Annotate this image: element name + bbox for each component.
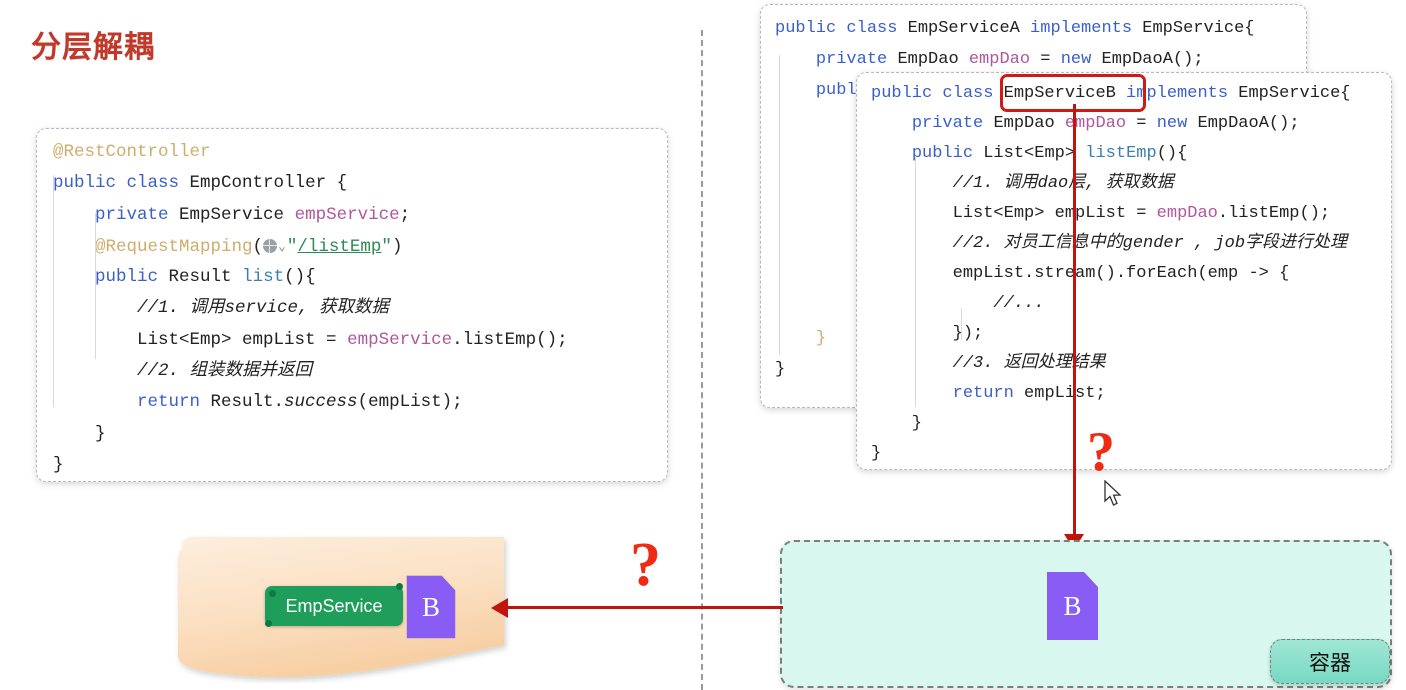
container-badge: 容器 [1270, 639, 1390, 684]
connector-line-horizontal [505, 606, 783, 609]
indent-guide [915, 157, 916, 407]
chevron-down-icon: ⌄ [278, 238, 286, 254]
code-card-emp-service-b: public class EmpServiceB implements EmpS… [856, 72, 1392, 470]
code-comment: //1. 调用service, 获取数据 [53, 298, 390, 319]
code-line: empList.stream().forEach(emp -> { [871, 264, 1290, 283]
code-comment: //2. 组装数据并返回 [53, 361, 313, 382]
code-line: private EmpService empService; [95, 204, 411, 225]
bean-icon-left: B [405, 574, 457, 640]
code-line: public class EmpServiceA implements EmpS… [775, 19, 1255, 38]
indent-guide [779, 55, 780, 355]
code-comment: //1. 调用dao层, 获取数据 [871, 174, 1174, 193]
code-line: }); [871, 324, 984, 343]
code-line: } [53, 454, 64, 475]
mouse-cursor-icon [1104, 480, 1122, 506]
indent-guide [961, 308, 962, 340]
connector-arrowhead-left [491, 598, 508, 618]
tag-anchor-dot [396, 583, 403, 590]
code-line: } [871, 444, 882, 463]
slide-canvas: 分层解耦 @RestController public class EmpCon… [0, 0, 1406, 690]
code-line: public class EmpController { [53, 173, 348, 194]
bean-icon-right: B [1047, 572, 1098, 640]
code-line: return Result.success(empList); [137, 392, 463, 413]
connector-line-vertical [1073, 104, 1076, 544]
code-line: @RequestMapping(⌄"/listEmp") [53, 231, 667, 262]
code-comment: //2. 对员工信息中的gender , job字段进行处理 [871, 234, 1348, 253]
code-line: List<Emp> empList = empService.listEmp()… [137, 329, 568, 350]
code-comment: //3. 返回处理结果 [871, 354, 1106, 373]
code-comment: //... [871, 294, 1045, 313]
question-mark-left: ? [630, 531, 661, 599]
code-line: return empList; [952, 384, 1106, 403]
code-card-emp-controller: @RestController public class EmpControll… [36, 128, 668, 482]
tag-anchor-dot [269, 590, 276, 597]
vertical-divider [701, 30, 703, 690]
code-line: private EmpDao empDao = new EmpDaoA(); [911, 114, 1300, 133]
code-line: List<Emp> empList = empDao.listEmp(); [952, 204, 1331, 223]
mapping-path: /listEmp [297, 236, 382, 257]
code-line: } [53, 423, 106, 444]
code-line: private EmpDao empDao = new EmpDaoA(); [815, 50, 1204, 69]
code-line: public Result list(){ [95, 267, 316, 288]
tag-anchor-dot [265, 620, 272, 627]
question-mark-right: ? [1087, 421, 1115, 483]
code-line: } [871, 414, 923, 433]
page-title: 分层解耦 [31, 31, 155, 64]
code-line: @RestController [53, 142, 211, 162]
code-line: public List<Emp> listEmp(){ [911, 144, 1188, 163]
indent-guide [53, 175, 54, 407]
bean-label-left: B [421, 591, 440, 622]
emp-service-tag: EmpService [265, 586, 403, 626]
globe-icon [263, 238, 278, 253]
bean-label-right: B [1063, 590, 1082, 621]
indent-guide [95, 213, 96, 359]
